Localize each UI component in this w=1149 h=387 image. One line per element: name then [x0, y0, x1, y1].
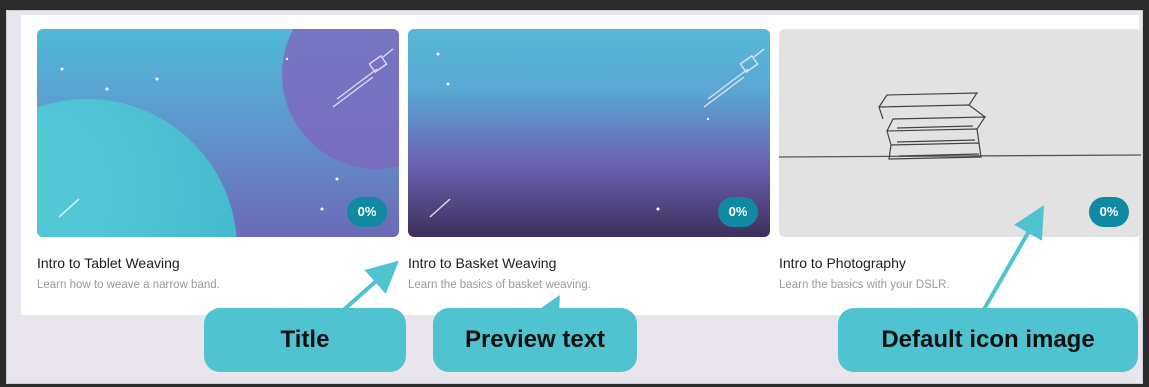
course-thumbnail[interactable]: 0% [37, 29, 399, 237]
progress-badge: 0% [347, 197, 387, 227]
course-preview-text: Learn the basics with your DSLR. [779, 279, 950, 291]
course-title[interactable]: Intro to Photography [779, 255, 906, 271]
course-card-row: 0% Intro to Tablet Weaving Learn how to … [21, 15, 1141, 315]
space-planet-illustration [37, 29, 399, 237]
progress-badge: 0% [718, 197, 758, 227]
course-thumbnail[interactable]: 0% [779, 29, 1141, 237]
course-preview-text: Learn the basics of basket weaving. [408, 279, 591, 291]
course-title[interactable]: Intro to Tablet Weaving [37, 255, 180, 271]
course-card[interactable]: 0% Intro to Photography Learn the basics… [779, 29, 1141, 314]
books-icon [779, 92, 1141, 160]
progress-badge: 0% [1089, 197, 1129, 227]
course-thumbnail[interactable]: 0% [408, 29, 770, 237]
course-title[interactable]: Intro to Basket Weaving [408, 255, 556, 271]
course-card[interactable]: 0% Intro to Basket Weaving Learn the bas… [408, 29, 770, 314]
default-icon-callout: Default icon image [838, 308, 1138, 372]
space-aurora-illustration [429, 48, 765, 218]
course-card[interactable]: 0% Intro to Tablet Weaving Learn how to … [37, 29, 399, 314]
preview-text-callout: Preview text [433, 308, 637, 372]
course-preview-text: Learn how to weave a narrow band. [37, 279, 220, 291]
title-callout: Title [204, 308, 406, 372]
